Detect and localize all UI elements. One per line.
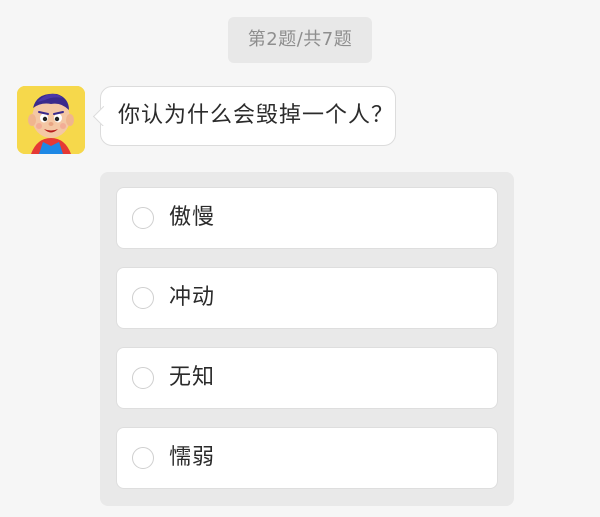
cartoon-boy-avatar-icon: [17, 86, 85, 154]
avatar-illustration: [17, 86, 85, 154]
option-4[interactable]: 懦弱: [116, 427, 498, 489]
radio-icon[interactable]: [132, 287, 154, 309]
radio-icon[interactable]: [132, 367, 154, 389]
option-label: 傲慢: [169, 205, 216, 230]
options-panel: 傲慢 冲动 无知 懦弱: [100, 172, 514, 506]
question-text: 你认为什么会毁掉一个人？: [118, 103, 395, 128]
radio-icon[interactable]: [132, 447, 154, 469]
bubble-tail: [90, 106, 110, 126]
option-label: 无知: [169, 365, 216, 390]
option-label: 懦弱: [169, 445, 216, 470]
option-3[interactable]: 无知: [116, 347, 498, 409]
option-1[interactable]: 傲慢: [116, 187, 498, 249]
option-2[interactable]: 冲动: [116, 267, 498, 329]
radio-icon[interactable]: [132, 207, 154, 229]
option-label: 冲动: [169, 285, 216, 310]
question-progress-badge: 第2题/共7题: [228, 17, 372, 63]
